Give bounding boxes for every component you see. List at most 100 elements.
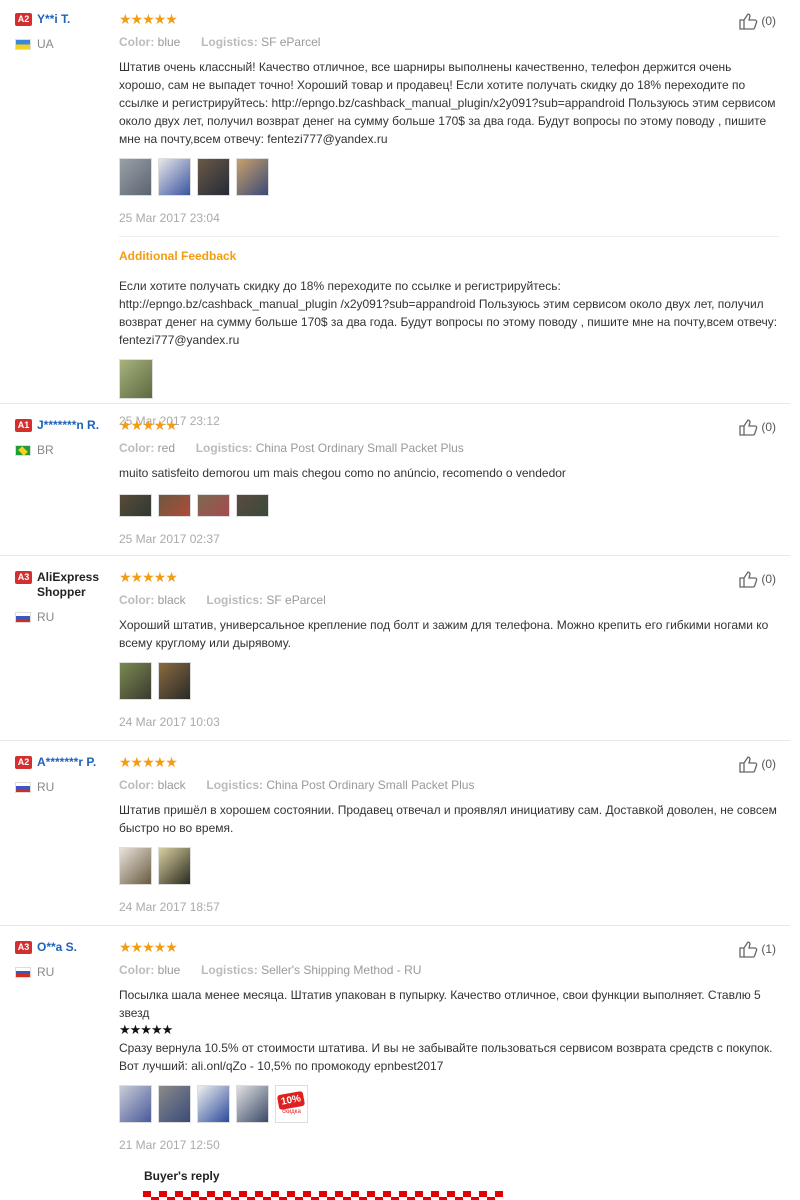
additional-feedback-text: Если хотите получать скидку до 18% перех… — [119, 279, 778, 347]
reviewer-info: A3 O**a S. RU — [15, 940, 113, 979]
review-photo[interactable] — [197, 1085, 230, 1123]
color-label: Color: — [119, 35, 155, 49]
reply-separator — [143, 1191, 503, 1200]
buyers-reply-title: Buyer's reply — [144, 1169, 220, 1183]
logistics-label: Logistics: — [195, 441, 253, 455]
flag-br-icon — [15, 444, 31, 456]
review-photos — [119, 359, 779, 399]
review-photo[interactable] — [197, 158, 230, 196]
review-photos — [119, 494, 779, 517]
review-body: ★★★★★ Color: blue Logistics: Seller's Sh… — [119, 940, 779, 1200]
thumbs-up-icon — [739, 419, 758, 436]
color-value: black — [157, 778, 186, 792]
reviewer-name[interactable]: J*******n R. — [37, 418, 99, 433]
review-photo[interactable] — [119, 1085, 152, 1123]
color-label: Color: — [119, 441, 155, 455]
reviewer-country: RU — [15, 780, 113, 794]
review-photo[interactable] — [158, 847, 191, 885]
review-date: 25 Mar 2017 23:04 — [119, 211, 220, 225]
promo-percent: 10% — [277, 1090, 306, 1110]
order-info: Color: blue Logistics: Seller's Shipping… — [119, 963, 779, 978]
review-photo[interactable] — [236, 494, 269, 517]
review-photo[interactable] — [197, 494, 230, 517]
review-photo[interactable] — [236, 158, 269, 196]
review-text: Посылка шала менее месяца. Штатив упаков… — [119, 988, 761, 1020]
flag-ua-icon — [15, 38, 31, 50]
country-code: RU — [37, 965, 55, 979]
country-code: RU — [37, 780, 55, 794]
review-photo[interactable] — [158, 158, 191, 196]
text-star-rating: ★★★★★ — [119, 1022, 173, 1037]
review-text: Хороший штатив, универсальное крепление … — [119, 618, 769, 650]
color-value: blue — [157, 35, 181, 49]
reviewer-name[interactable]: A*******r P. — [37, 755, 96, 770]
review-photo[interactable] — [119, 662, 152, 700]
logistics-label: Logistics: — [206, 593, 264, 607]
reviewer-info: A2 A*******r P. RU — [15, 755, 113, 794]
order-info: Color: red Logistics: China Post Ordinar… — [119, 441, 779, 456]
color-value: red — [157, 441, 176, 455]
order-info: Color: blue Logistics: SF eParcel — [119, 35, 779, 50]
country-code: UA — [37, 37, 54, 51]
review-text: Штатив пришёл в хорошем состоянии. Прода… — [119, 803, 777, 835]
logistics-value: SF eParcel — [266, 593, 326, 607]
review-photo[interactable] — [158, 494, 191, 517]
review-date: 25 Mar 2017 02:37 — [119, 532, 220, 546]
thumbs-up-icon — [739, 13, 758, 30]
logistics-label: Logistics: — [201, 35, 258, 49]
level-badge: A2 — [15, 756, 32, 769]
promo-caption: скидка — [282, 1108, 301, 1115]
additional-feedback-title: Additional Feedback — [119, 249, 237, 263]
order-info: Color: black Logistics: SF eParcel — [119, 593, 779, 608]
logistics-label: Logistics: — [206, 778, 264, 792]
review-text: muito satisfeito demorou um mais chegou … — [119, 466, 566, 480]
star-rating: ★★★★★ — [119, 11, 178, 27]
helpful-button[interactable]: (0) — [738, 570, 776, 588]
helpful-button[interactable]: (0) — [738, 755, 776, 773]
additional-feedback: Additional Feedback Если хотите получать… — [119, 236, 779, 429]
reviewer-name[interactable]: Y**i T. — [37, 12, 70, 27]
review-photo[interactable] — [236, 1085, 269, 1123]
color-value: black — [157, 593, 186, 607]
reviewer-info: A2 Y**i T. UA — [15, 12, 113, 51]
helpful-count: (0) — [761, 572, 776, 586]
reviewer-country: UA — [15, 37, 113, 51]
flag-ru-icon — [15, 611, 31, 623]
helpful-button[interactable]: (1) — [738, 940, 776, 958]
review-photo[interactable] — [119, 847, 152, 885]
level-badge: A1 — [15, 419, 32, 432]
review-body: ★★★★★ Color: black Logistics: SF eParcel… — [119, 570, 779, 730]
reviewer-name[interactable]: O**a S. — [37, 940, 77, 955]
review-item: A2 A*******r P. RU ★★★★★ Color: black Lo… — [0, 741, 790, 926]
review-photos — [119, 158, 779, 196]
review-item: A3 O**a S. RU ★★★★★ Color: blue Logistic… — [0, 926, 790, 1200]
review-photo[interactable] — [158, 1085, 191, 1123]
review-photo[interactable] — [119, 494, 152, 517]
helpful-button[interactable]: (0) — [738, 418, 776, 436]
flag-ru-icon — [15, 966, 31, 978]
review-date: 21 Mar 2017 12:50 — [119, 1138, 220, 1152]
logistics-value: China Post Ordinary Small Packet Plus — [266, 778, 475, 792]
review-date: 24 Mar 2017 10:03 — [119, 715, 220, 729]
reviewer-country: RU — [15, 610, 113, 624]
helpful-button[interactable]: (0) — [738, 12, 776, 30]
thumbs-up-icon — [739, 571, 758, 588]
review-body: ★★★★★ Color: black Logistics: China Post… — [119, 755, 779, 915]
helpful-count: (0) — [761, 14, 776, 28]
reviewer-name: AliExpress Shopper — [37, 570, 100, 599]
promo-photo[interactable]: 10% скидка — [275, 1085, 308, 1123]
review-photo[interactable] — [119, 158, 152, 196]
logistics-value: Seller's Shipping Method - RU — [261, 963, 422, 977]
country-code: RU — [37, 610, 55, 624]
review-date: 24 Mar 2017 18:57 — [119, 900, 220, 914]
review-photo[interactable] — [119, 359, 153, 399]
review-photo[interactable] — [158, 662, 191, 700]
helpful-count: (0) — [761, 757, 776, 771]
thumbs-up-icon — [739, 941, 758, 958]
reviewer-country: BR — [15, 443, 113, 457]
reviewer-info: A1 J*******n R. BR — [15, 418, 113, 457]
reviewer-info: A3 AliExpress Shopper RU — [15, 570, 113, 624]
logistics-value: SF eParcel — [261, 35, 321, 49]
review-item: A2 Y**i T. UA ★★★★★ Color: blue Logistic… — [0, 0, 790, 428]
color-label: Color: — [119, 963, 155, 977]
